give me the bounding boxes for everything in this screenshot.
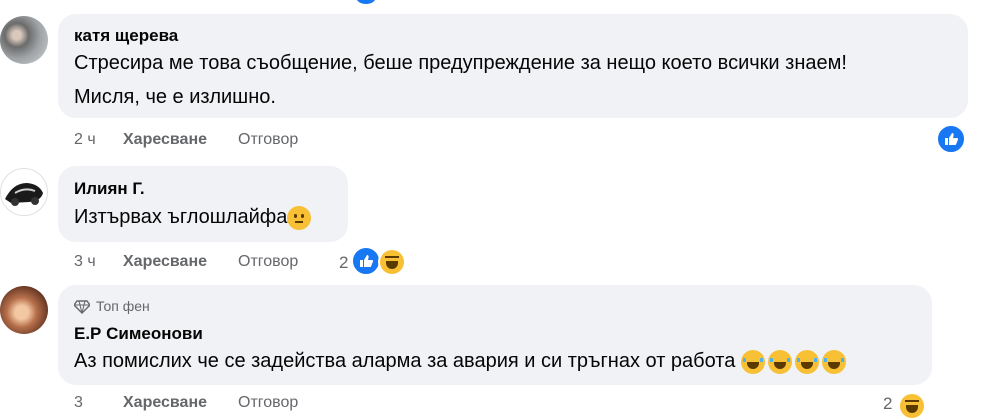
comment-timestamp[interactable]: 3 ч — [74, 253, 96, 271]
avatar[interactable] — [0, 286, 48, 334]
reply-button[interactable]: Отговор — [238, 253, 298, 271]
comment-author[interactable]: Е.Р Симеонови — [74, 324, 203, 344]
like-button[interactable]: Харесване — [123, 253, 207, 271]
avatar[interactable] — [0, 168, 48, 216]
comment-timestamp[interactable]: 2 ч — [74, 131, 96, 149]
comment-text-line: Стресира ме това съобщение, беше предупр… — [74, 52, 847, 74]
haha-icon[interactable] — [898, 392, 926, 420]
avatar[interactable] — [0, 16, 48, 64]
haha-icon[interactable] — [378, 248, 406, 276]
comment-text: Изтървах ъглошлайфа — [74, 200, 312, 234]
top-fan-badge[interactable]: Топ фен — [74, 298, 150, 314]
diamond-icon — [74, 300, 90, 314]
like-icon[interactable] — [351, 246, 381, 276]
reply-button[interactable]: Отговор — [238, 394, 298, 412]
reaction-count[interactable]: 2 — [339, 253, 348, 273]
like-button[interactable]: Харесване — [123, 131, 207, 149]
like-button[interactable]: Харесване — [123, 394, 207, 412]
comment-text: Аз помислих че се задейства аларма за ав… — [74, 344, 846, 378]
comment-author[interactable]: Илиян Г. — [74, 179, 145, 199]
laughing-emoji — [821, 349, 846, 374]
reply-button[interactable]: Отговор — [238, 131, 298, 149]
like-icon[interactable] — [936, 124, 966, 154]
reaction-count[interactable]: 2 — [883, 394, 892, 414]
laughing-emoji — [794, 349, 819, 374]
comment-text-content: Изтървах ъглошлайфа — [74, 206, 288, 228]
laughing-emoji — [740, 349, 765, 374]
comment-text-content: Аз помислих че се задейства аларма за ав… — [74, 350, 736, 372]
neutral-face-emoji — [287, 205, 312, 230]
comment-timestamp[interactable]: 3 — [74, 394, 83, 412]
comment-text-line: Мисля, че е излишно. — [74, 86, 276, 108]
laughing-emoji — [767, 349, 792, 374]
comment-author[interactable]: катя щерева — [74, 26, 178, 46]
reaction-icon-partial — [356, 0, 376, 4]
badge-label: Топ фен — [96, 298, 150, 314]
